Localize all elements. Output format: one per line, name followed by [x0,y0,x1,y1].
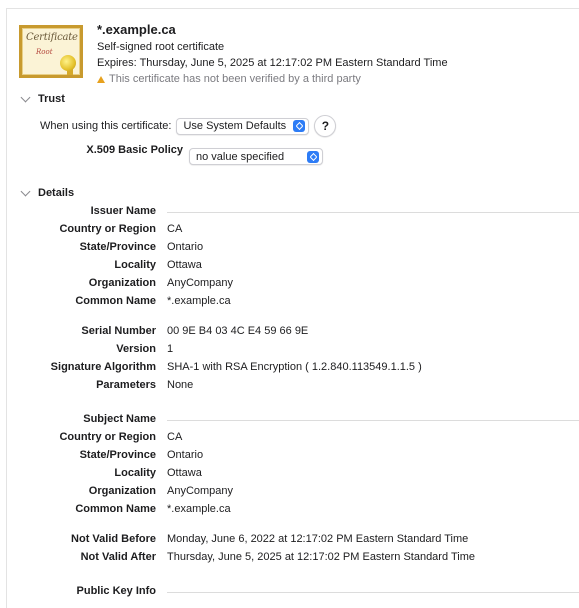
row-label: Parameters [96,379,156,391]
row-value: None [167,379,194,391]
issuer-name-header: Issuer Name [0,205,579,219]
issuer-name-heading: Issuer Name [90,205,156,217]
issuer-row: Organization AnyCompany [0,277,579,291]
row-value: Monday, June 6, 2022 at 12:17:02 PM East… [167,533,469,545]
public-key-info-header: Public Key Info [0,585,579,599]
row-label: Common Name [75,503,156,515]
warning-text: This certificate has not been verified b… [109,73,361,85]
subject-row: Country or Region CA [0,431,579,445]
certificate-warning: This certificate has not been verified b… [97,73,361,85]
when-using-label: When using this certificate: [40,120,172,132]
popup-arrows-icon [293,120,306,132]
row-value: Ontario [167,449,204,461]
subject-name-heading: Subject Name [83,413,156,425]
subject-row: Organization AnyCompany [0,485,579,499]
row-label: Organization [88,277,156,289]
row-label: Serial Number [81,325,156,337]
row-label: Organization [88,485,156,497]
serial-number-row: Serial Number 00 9E B4 03 4C E4 59 66 9E [0,325,579,339]
when-using-popup[interactable]: Use System Defaults [176,117,310,135]
popup-arrows-icon [307,150,319,163]
row-value: CA [167,223,183,235]
issuer-row: Country or Region CA [0,223,579,237]
row-label: Not Valid Before [71,533,156,545]
issuer-row: State/Province Ontario [0,241,579,255]
subject-row: Common Name *.example.ca [0,503,579,517]
x509-value: no value specified [196,150,285,163]
certificate-icon-text: Certificate [26,32,78,43]
row-value: AnyCompany [167,485,234,497]
parameters-row: Parameters None [0,379,579,393]
row-label: Common Name [75,295,156,307]
row-label: Signature Algorithm [50,361,156,373]
chevron-down-icon [20,186,31,196]
row-value: SHA-1 with RSA Encryption ( 1.2.840.1135… [167,361,422,373]
issuer-row: Locality Ottawa [0,259,579,273]
certificate-expiry: Expires: Thursday, June 5, 2025 at 12:17… [97,57,448,69]
details-heading: Details [38,187,75,199]
row-value: Ottawa [167,467,202,479]
certificate-icon: Certificate Root [19,25,83,78]
public-key-info-heading: Public Key Info [76,585,156,597]
row-label: State/Province [79,241,156,253]
warning-icon [97,75,105,83]
row-label: Not Valid After [80,551,156,563]
certificate-title: *.example.ca [97,22,176,37]
signature-algorithm-row: Signature Algorithm SHA-1 with RSA Encry… [0,361,579,375]
not-valid-after-row: Not Valid After Thursday, June 5, 2025 a… [0,551,579,565]
row-label: Locality [114,467,156,479]
row-label: Country or Region [59,223,156,235]
divider [167,420,579,421]
row-value: 00 9E B4 03 4C E4 59 66 9E [167,325,309,337]
seal-icon [60,55,76,71]
not-valid-before-row: Not Valid Before Monday, June 6, 2022 at… [0,533,579,547]
x509-label: X.509 Basic Policy [86,144,183,156]
trust-section-toggle[interactable]: Trust [20,92,65,105]
x509-popup[interactable]: no value specified [189,148,323,165]
row-value: CA [167,431,183,443]
help-button[interactable]: ? [314,115,337,137]
row-label: Country or Region [59,431,156,443]
chevron-down-icon [20,92,31,102]
row-value: 1 [167,343,174,355]
row-value: *.example.ca [167,503,231,515]
subject-name-header: Subject Name [0,413,579,427]
version-row: Version 1 [0,343,579,357]
row-value: *.example.ca [167,295,231,307]
details-section-toggle[interactable]: Details [20,186,75,199]
row-label: State/Province [79,449,156,461]
row-label: Version [116,343,156,355]
row-value: Ottawa [167,259,202,271]
row-value: Ontario [167,241,204,253]
divider [167,592,579,593]
certificate-subtitle: Self-signed root certificate [97,41,225,53]
subject-row: Locality Ottawa [0,467,579,481]
certificate-icon-root-text: Root [36,48,53,56]
divider [167,212,579,213]
trust-heading: Trust [38,93,65,105]
row-value: AnyCompany [167,277,234,289]
row-label: Locality [114,259,156,271]
row-value: Thursday, June 5, 2025 at 12:17:02 PM Ea… [167,551,475,563]
subject-row: State/Province Ontario [0,449,579,463]
trust-when-using-row: When using this certificate: Use System … [40,115,337,137]
when-using-value: Use System Defaults [183,120,287,132]
issuer-row: Common Name *.example.ca [0,295,579,309]
